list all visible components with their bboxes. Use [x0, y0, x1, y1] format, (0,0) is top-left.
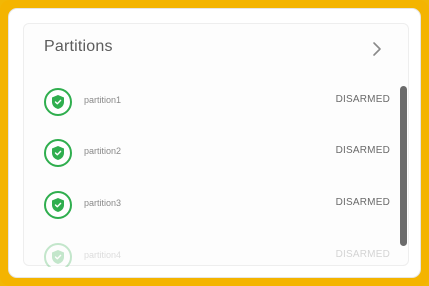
shield-icon [44, 191, 72, 219]
partition-row[interactable]: partition2 DISARMED [24, 133, 394, 183]
shield-icon [44, 243, 72, 267]
partition-status: DISARMED [335, 94, 390, 105]
partitions-widget: Partitions partition1 DISARMED partition… [23, 23, 409, 267]
partition-name: partition4 [84, 250, 122, 260]
partitions-card: Partitions partition1 DISARMED partition… [8, 8, 421, 278]
partition-status: DISARMED [335, 197, 390, 208]
scrollbar[interactable] [400, 86, 407, 246]
partition-row[interactable]: partition3 DISARMED [24, 185, 394, 235]
highlight-frame: Partitions partition1 DISARMED partition… [0, 0, 429, 286]
partitions-title: Partitions [44, 38, 113, 55]
partition-status: DISARMED [335, 249, 390, 260]
partition-row[interactable]: partition1 DISARMED [24, 82, 394, 132]
partition-row[interactable]: partition4 DISARMED [24, 237, 394, 267]
shield-icon [44, 88, 72, 116]
partition-name: partition1 [84, 95, 122, 105]
partition-name: partition3 [84, 198, 122, 208]
partitions-list: partition1 DISARMED partition2 DISARMED [24, 82, 408, 267]
shield-icon [44, 139, 72, 167]
partition-status: DISARMED [335, 145, 390, 156]
partition-name: partition2 [84, 146, 122, 156]
chevron-right-icon[interactable] [368, 40, 386, 58]
partitions-header[interactable]: Partitions [24, 24, 408, 76]
